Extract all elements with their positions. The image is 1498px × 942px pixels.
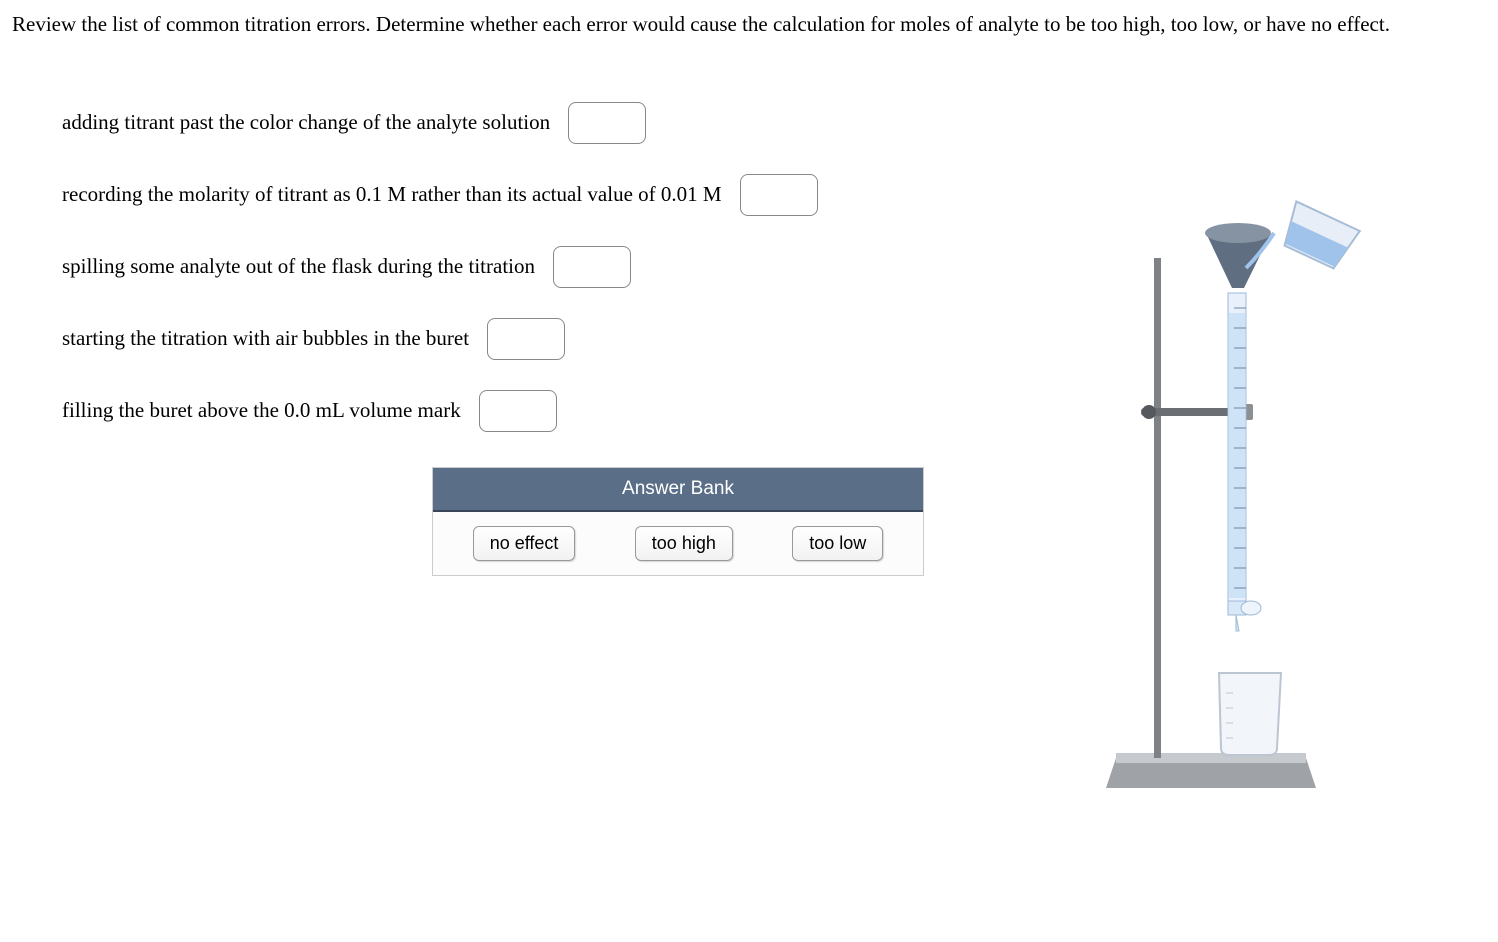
- error-row: adding titrant past the color change of …: [62, 102, 1486, 144]
- drop-slot[interactable]: [740, 174, 818, 216]
- drop-slot[interactable]: [553, 246, 631, 288]
- drop-slot[interactable]: [479, 390, 557, 432]
- question-text: Review the list of common titration erro…: [12, 8, 1486, 42]
- answer-bank: Answer Bank no effect too high too low: [432, 467, 924, 576]
- answer-chip-no-effect[interactable]: no effect: [473, 526, 576, 561]
- drop-slot[interactable]: [568, 102, 646, 144]
- answer-bank-title: Answer Bank: [433, 468, 923, 512]
- titration-apparatus-image: [1106, 198, 1366, 798]
- row-label: starting the titration with air bubbles …: [62, 326, 469, 351]
- row-label: spilling some analyte out of the flask d…: [62, 254, 535, 279]
- row-label: recording the molarity of titrant as 0.1…: [62, 182, 722, 207]
- answer-chip-too-high[interactable]: too high: [635, 526, 733, 561]
- row-label: filling the buret above the 0.0 mL volum…: [62, 398, 461, 423]
- drop-slot[interactable]: [487, 318, 565, 360]
- answer-bank-body: no effect too high too low: [433, 512, 923, 575]
- row-label: adding titrant past the color change of …: [62, 110, 550, 135]
- answer-chip-too-low[interactable]: too low: [792, 526, 883, 561]
